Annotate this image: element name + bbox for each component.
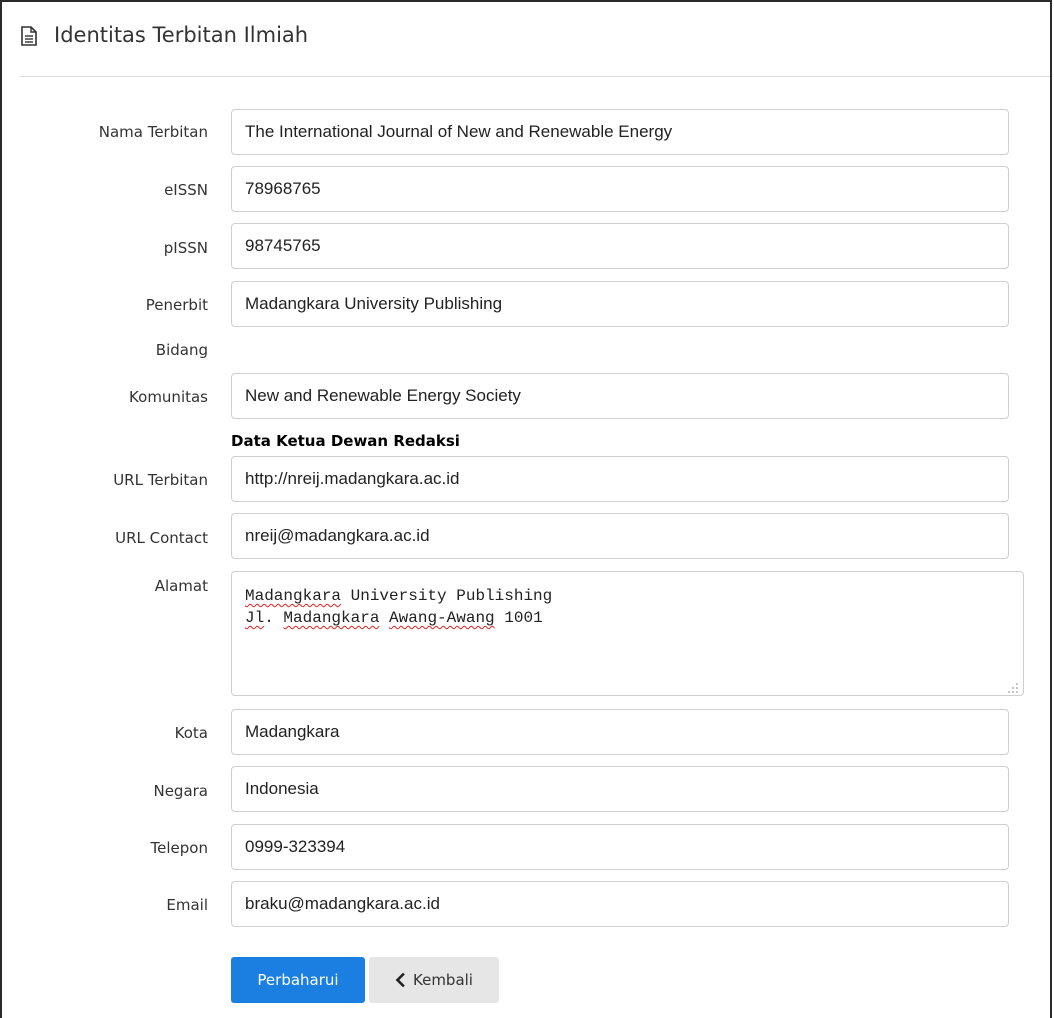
bidang-label: Bidang [155, 341, 208, 359]
spellcheck-word: Awang-Awang [389, 609, 495, 627]
kembali-button-label: Kembali [413, 971, 473, 989]
document-icon [20, 26, 38, 46]
section-heading-ketua: Data Ketua Dewan Redaksi [231, 432, 460, 450]
alamat-textarea[interactable]: Madangkara University Publishing Jl. Mad… [231, 571, 1024, 696]
alamat-text: . [264, 609, 284, 627]
resize-grip-icon[interactable] [1007, 679, 1019, 693]
url-terbitan-input[interactable]: http://nreij.madangkara.ac.id [231, 456, 1009, 502]
eissn-input[interactable]: 78968765 [231, 166, 1009, 212]
komunitas-input[interactable]: New and Renewable Energy Society [231, 373, 1009, 419]
alamat-text: University Publishing [341, 587, 553, 605]
alamat-text [379, 609, 389, 627]
email-label: Email [166, 896, 208, 914]
kota-label: Kota [174, 724, 208, 742]
telepon-input[interactable]: 0999-323394 [231, 824, 1009, 870]
alamat-line-1: Madangkara University Publishing [245, 585, 1010, 607]
perbaharui-button[interactable]: Perbaharui [231, 957, 365, 1003]
kota-input[interactable]: Madangkara [231, 709, 1009, 755]
komunitas-label: Komunitas [129, 388, 208, 406]
url-terbitan-label: URL Terbitan [113, 471, 208, 489]
spellcheck-word: Madangkara [283, 609, 380, 627]
url-contact-label: URL Contact [115, 529, 208, 547]
alamat-text: 1001 [494, 609, 543, 627]
negara-label: Negara [153, 782, 208, 800]
email-input[interactable]: braku@madangkara.ac.id [231, 881, 1009, 927]
header-divider [20, 76, 1050, 77]
pissn-label: pISSN [163, 239, 208, 257]
identity-panel: Identitas Terbitan Ilmiah Nama Terbitan … [0, 0, 1052, 1018]
url-contact-input[interactable]: nreij@madangkara.ac.id [231, 513, 1009, 559]
kembali-button[interactable]: Kembali [369, 957, 499, 1003]
alamat-line-2: Jl. Madangkara Awang-Awang 1001 [245, 607, 1010, 629]
alamat-label: Alamat [154, 577, 208, 595]
page-title: Identitas Terbitan Ilmiah [54, 23, 309, 47]
negara-input[interactable]: Indonesia [231, 766, 1009, 812]
penerbit-input[interactable]: Madangkara University Publishing [231, 281, 1009, 327]
nama-terbitan-label: Nama Terbitan [98, 123, 208, 141]
telepon-label: Telepon [150, 839, 208, 857]
eissn-label: eISSN [164, 181, 208, 199]
nama-terbitan-input[interactable]: The International Journal of New and Ren… [231, 109, 1009, 155]
spellcheck-word: Madangkara [245, 587, 342, 605]
spellcheck-word: Jl [245, 609, 265, 627]
penerbit-label: Penerbit [145, 296, 208, 314]
perbaharui-button-label: Perbaharui [257, 971, 339, 989]
panel-heading: Identitas Terbitan Ilmiah [2, 2, 1050, 76]
pissn-input[interactable]: 98745765 [231, 223, 1009, 269]
chevron-left-icon [395, 972, 405, 988]
